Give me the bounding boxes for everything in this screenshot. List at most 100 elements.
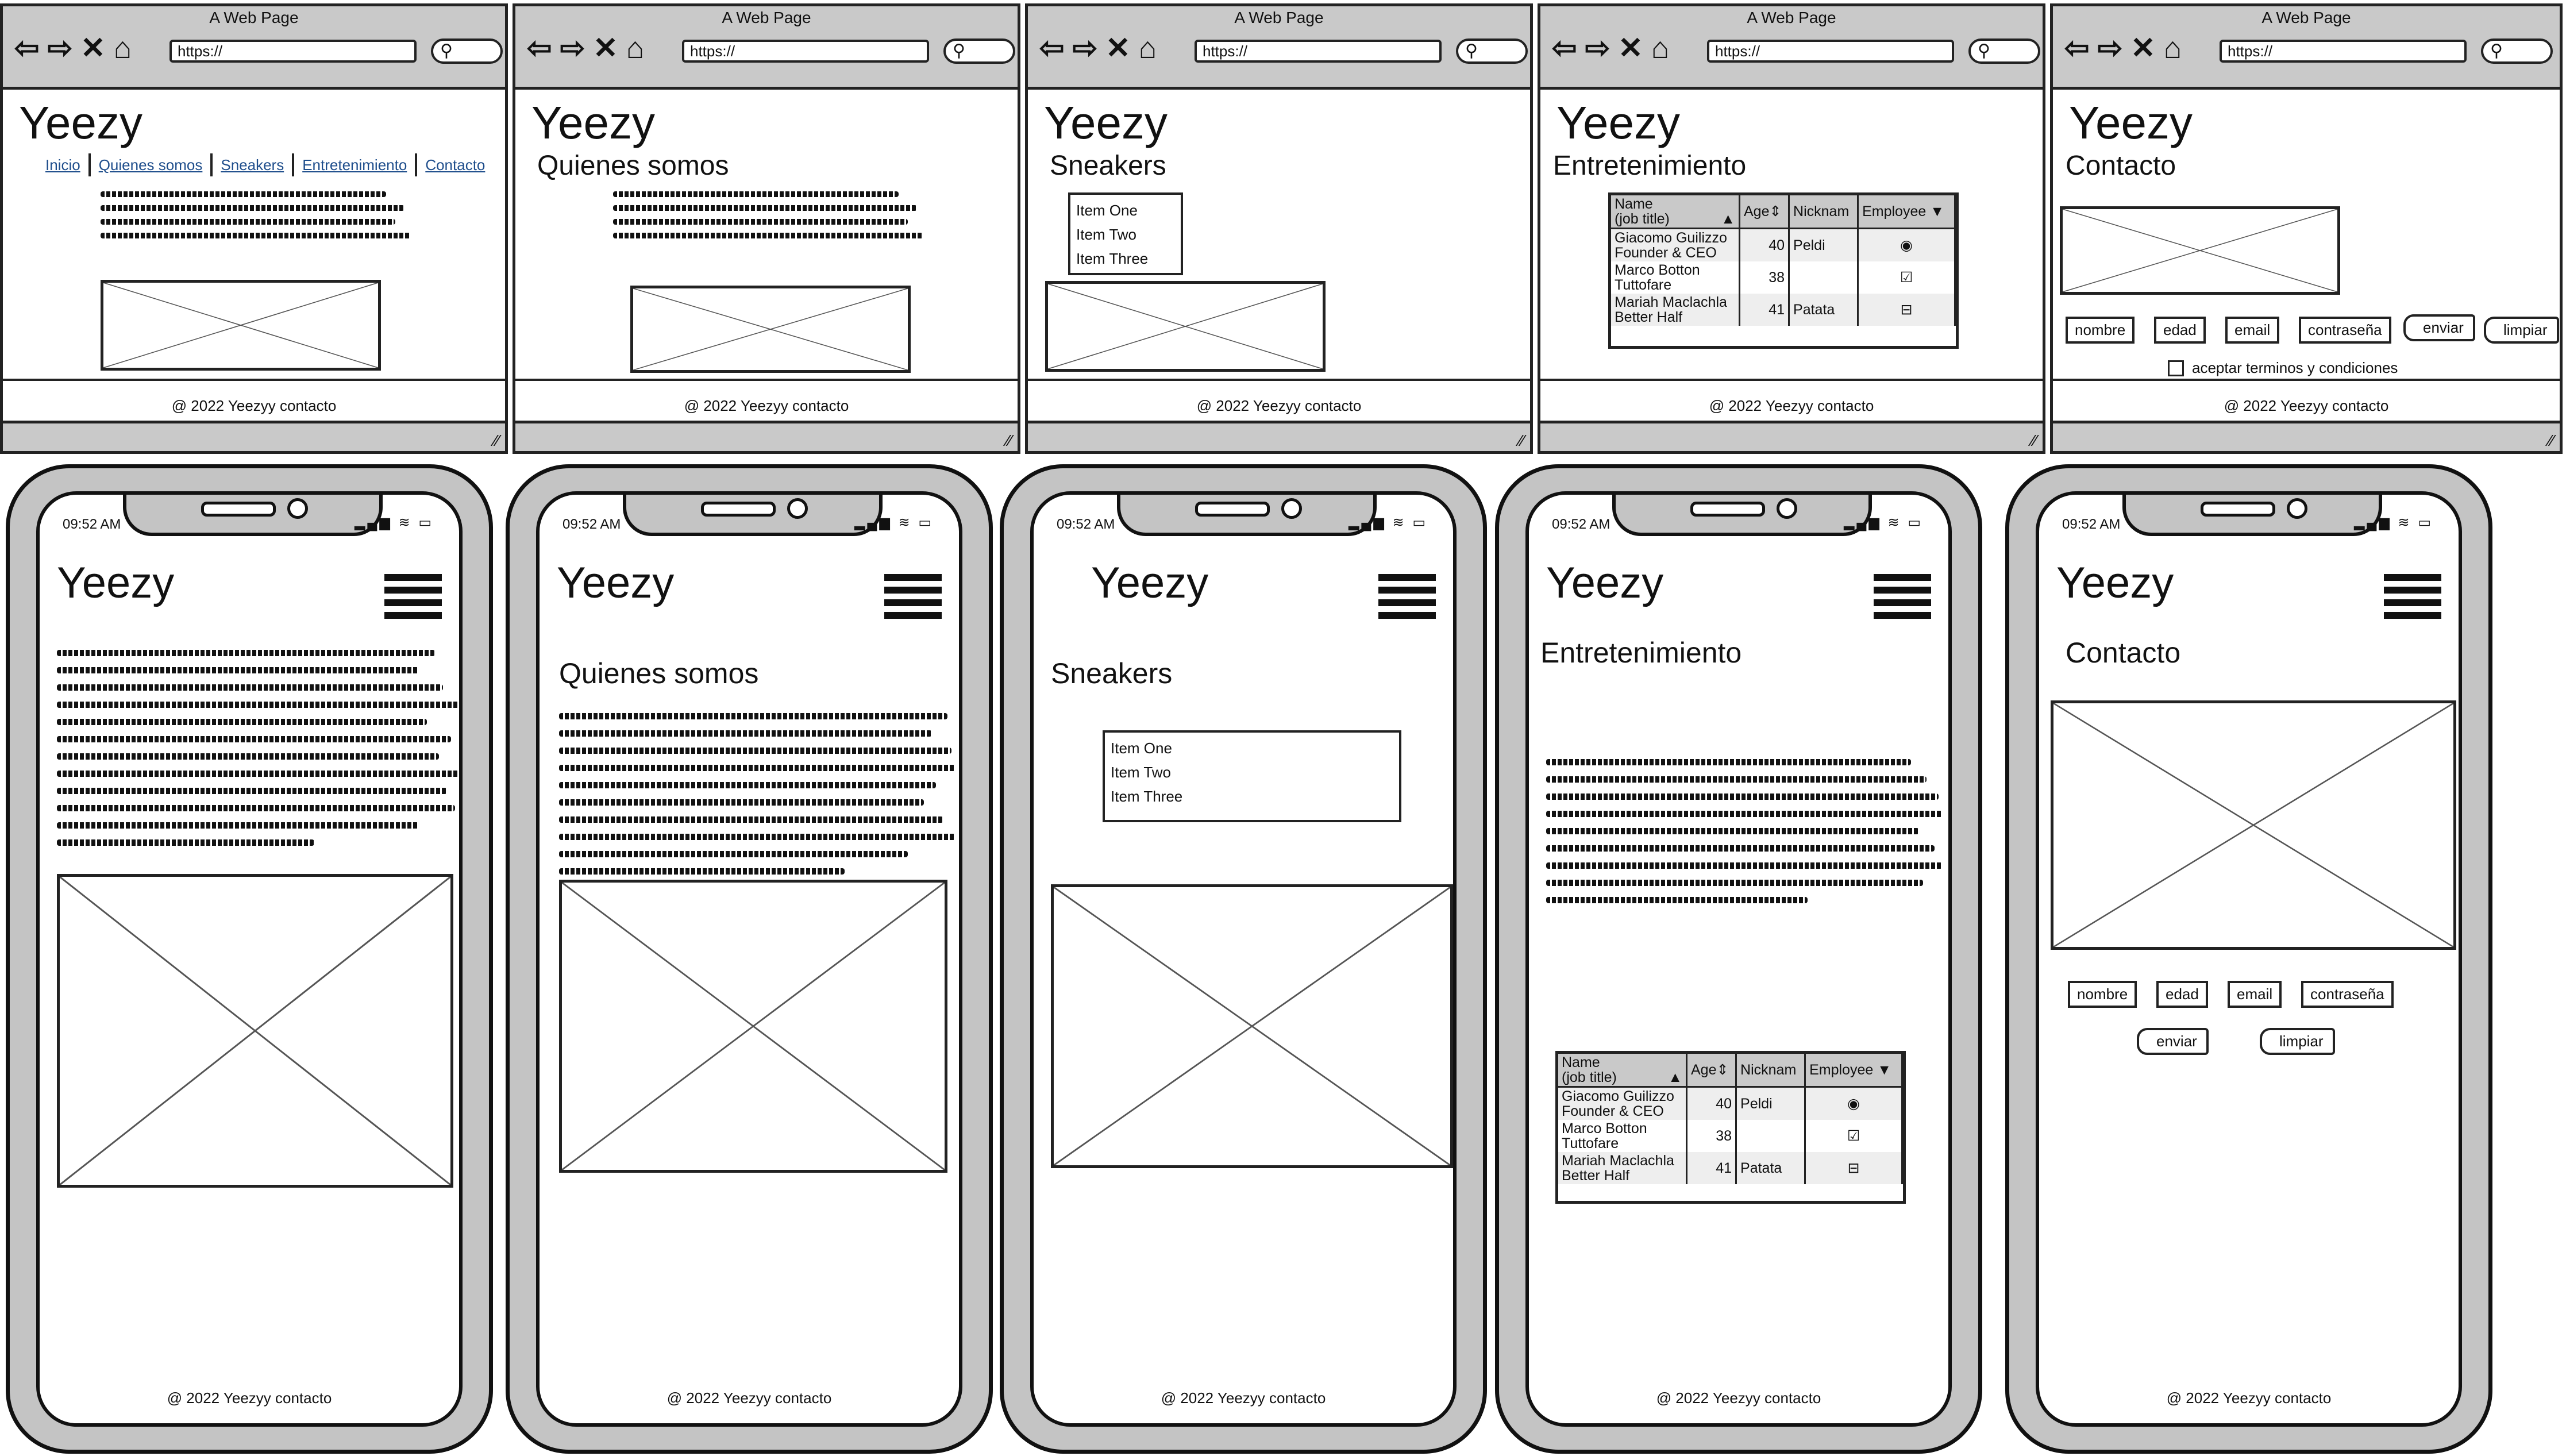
radio-icon[interactable]: ◉ <box>1900 237 1913 253</box>
nav-link-sneakers[interactable]: Sneakers <box>213 153 295 176</box>
data-grid[interactable]: Name (job title) ▲ Age⇕ Nicknam Employee… <box>1608 192 1959 349</box>
search-input[interactable]: ⚲ <box>431 38 503 64</box>
nav-link-quienes-somos[interactable]: Quienes somos <box>91 153 213 176</box>
browser-titlebar: A Web Page ⇦ ⇨ ✕ ⌂ https:// ⚲ <box>3 6 505 90</box>
table-row[interactable]: Mariah Maclachla Better Half 41 Patata ⊟ <box>1611 294 1956 326</box>
data-grid[interactable]: Name (job title) ▲ Age⇕ Nicknam Employee… <box>1555 1051 1906 1204</box>
list-item[interactable]: Item One <box>1076 198 1175 222</box>
home-icon[interactable]: ⌂ <box>1139 33 1157 64</box>
forward-icon[interactable]: ⇨ <box>1585 33 1611 64</box>
hamburger-menu-icon[interactable] <box>2384 574 2441 619</box>
browser-titlebar: A Web Page ⇦ ⇨ ✕ ⌂ https:// ⚲ <box>1028 6 1530 90</box>
password-field[interactable]: contraseña <box>2301 981 2394 1008</box>
camera-icon <box>1777 498 1797 519</box>
forward-icon[interactable]: ⇨ <box>48 33 73 64</box>
home-icon[interactable]: ⌂ <box>1651 33 1669 64</box>
resize-handle-icon[interactable]: ⁄⁄ <box>2549 432 2554 450</box>
terms-checkbox[interactable]: aceptar terminos y condiciones <box>2168 359 2398 377</box>
list-item[interactable]: Item Three <box>1076 246 1175 271</box>
close-icon[interactable]: ✕ <box>593 33 618 64</box>
table-row[interactable]: Mariah Maclachla Better Half 41 Patata ⊟ <box>1558 1152 1903 1184</box>
url-input[interactable]: https:// <box>1195 40 1442 63</box>
close-icon[interactable]: ✕ <box>1105 33 1131 64</box>
list-item[interactable]: Item Three <box>1111 784 1393 808</box>
list-item[interactable]: Item Two <box>1076 222 1175 246</box>
email-field[interactable]: email <box>2228 981 2282 1008</box>
table-row[interactable]: Giacomo Guilizzo Founder & CEO 40 Peldi ◉ <box>1558 1087 1903 1120</box>
back-icon[interactable]: ⇦ <box>1039 33 1065 64</box>
resize-handle-icon[interactable]: ⁄⁄ <box>494 432 499 450</box>
back-icon[interactable]: ⇦ <box>527 33 552 64</box>
column-header-employee[interactable]: Employee ▼ <box>1805 1054 1903 1088</box>
item-list[interactable]: Item One Item Two Item Three <box>1068 192 1183 275</box>
back-icon[interactable]: ⇦ <box>1552 33 1577 64</box>
enviar-button[interactable]: enviar <box>2403 314 2475 341</box>
edad-field[interactable]: edad <box>2154 317 2206 344</box>
sort-icon: ⇕ <box>1769 203 1782 219</box>
radio-icon[interactable]: ◉ <box>1847 1096 1860 1112</box>
nav-link-inicio[interactable]: Inicio <box>37 153 91 176</box>
footer-text: @ 2022 Yeezyy contacto <box>1161 1389 1326 1407</box>
url-input[interactable]: https:// <box>2220 40 2467 63</box>
forward-icon[interactable]: ⇨ <box>2098 33 2123 64</box>
home-icon[interactable]: ⌂ <box>2164 33 2182 64</box>
search-input[interactable]: ⚲ <box>943 38 1015 64</box>
home-icon[interactable]: ⌂ <box>114 33 132 64</box>
hamburger-menu-icon[interactable] <box>1874 574 1931 619</box>
list-item[interactable]: Item One <box>1111 736 1393 760</box>
hamburger-menu-icon[interactable] <box>1378 574 1436 619</box>
item-list[interactable]: Item One Item Two Item Three <box>1103 730 1401 822</box>
table-row[interactable]: Marco Botton Tuttofare 38 ☑ <box>1611 261 1956 294</box>
column-header-name[interactable]: Name (job title) ▲ <box>1611 195 1740 229</box>
column-header-employee[interactable]: Employee ▼ <box>1858 195 1956 229</box>
nav-link-contacto[interactable]: Contacto <box>417 153 493 176</box>
forward-icon[interactable]: ⇨ <box>560 33 585 64</box>
close-icon[interactable]: ✕ <box>80 33 106 64</box>
resize-handle-icon[interactable]: ⁄⁄ <box>1007 432 1012 450</box>
checkbox-indeterminate-icon[interactable]: ⊟ <box>1848 1160 1860 1176</box>
nav-link-entretenimiento[interactable]: Entretenimiento <box>294 153 418 176</box>
edad-field[interactable]: edad <box>2156 981 2208 1008</box>
table-row[interactable]: Giacomo Guilizzo Founder & CEO 40 Peldi ◉ <box>1611 228 1956 261</box>
nombre-field[interactable]: nombre <box>2068 981 2137 1008</box>
resize-handle-icon[interactable]: ⁄⁄ <box>2032 432 2037 450</box>
enviar-button[interactable]: enviar <box>2137 1028 2209 1055</box>
column-header-nickname[interactable]: Nicknam <box>1736 1054 1806 1088</box>
hamburger-menu-icon[interactable] <box>384 574 442 619</box>
column-header-age[interactable]: Age⇕ <box>1739 195 1790 229</box>
email-field[interactable]: email <box>2225 317 2280 344</box>
column-header-age[interactable]: Age⇕ <box>1686 1054 1737 1088</box>
speaker-icon <box>1195 502 1270 517</box>
page-title: Entretenimiento <box>1553 151 1747 181</box>
resize-handle-icon[interactable]: ⁄⁄ <box>1519 432 1524 450</box>
browser-statusbar: ⁄⁄ <box>515 421 1018 451</box>
checkbox-checked-icon[interactable]: ☑ <box>1900 269 1913 286</box>
checkbox-icon[interactable] <box>2168 360 2184 376</box>
limpiar-button[interactable]: limpiar <box>2484 317 2559 344</box>
table-row[interactable]: Marco Botton Tuttofare 38 ☑ <box>1558 1120 1903 1152</box>
sort-icon: ⇕ <box>1716 1062 1729 1078</box>
hamburger-menu-icon[interactable] <box>884 574 942 619</box>
column-header-name[interactable]: Name (job title) ▲ <box>1558 1054 1687 1088</box>
search-input[interactable]: ⚲ <box>2481 38 2553 64</box>
list-item[interactable]: Item Two <box>1111 760 1393 784</box>
status-time: 09:52 AM <box>63 517 121 532</box>
column-header-nickname[interactable]: Nicknam <box>1789 195 1859 229</box>
checkbox-indeterminate-icon[interactable]: ⊟ <box>1901 302 1913 318</box>
close-icon[interactable]: ✕ <box>2130 33 2156 64</box>
phone-mockup-inicio: 09:52 AM ▂▄▆ ≋ ▭ Yeezy @ 2022 Yeezyy con… <box>6 464 493 1454</box>
nombre-field[interactable]: nombre <box>2066 317 2135 344</box>
home-icon[interactable]: ⌂ <box>626 33 644 64</box>
search-input[interactable]: ⚲ <box>1968 38 2040 64</box>
back-icon[interactable]: ⇦ <box>2064 33 2090 64</box>
url-input[interactable]: https:// <box>169 40 417 63</box>
close-icon[interactable]: ✕ <box>1618 33 1643 64</box>
password-field[interactable]: contraseña <box>2299 317 2391 344</box>
url-input[interactable]: https:// <box>682 40 929 63</box>
back-icon[interactable]: ⇦ <box>14 33 40 64</box>
search-input[interactable]: ⚲ <box>1456 38 1528 64</box>
limpiar-button[interactable]: limpiar <box>2260 1028 2335 1055</box>
forward-icon[interactable]: ⇨ <box>1073 33 1098 64</box>
checkbox-checked-icon[interactable]: ☑ <box>1847 1128 1860 1144</box>
url-input[interactable]: https:// <box>1707 40 1954 63</box>
